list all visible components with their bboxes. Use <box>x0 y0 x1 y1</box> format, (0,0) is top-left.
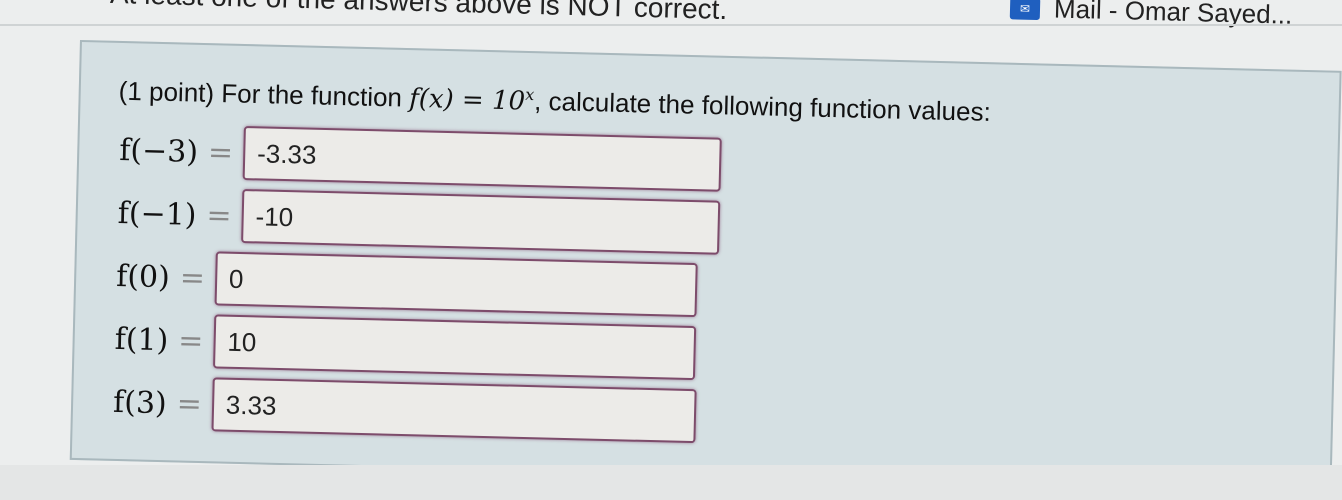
answer-input-f-0[interactable]: 0 <box>214 251 698 318</box>
equals-sign: = <box>176 385 203 422</box>
equals-sign: = <box>179 260 206 296</box>
divider <box>0 24 1342 26</box>
equals-sign: = <box>177 322 204 359</box>
answer-input-f-3[interactable]: 3.33 <box>211 377 697 444</box>
row-f-3: f(3) = 3.33 <box>112 375 697 444</box>
incorrect-warning: At least one of the answers above is NOT… <box>109 0 728 26</box>
mail-icon: ✉ <box>1009 0 1041 20</box>
points-label: (1 point) <box>118 75 215 108</box>
mail-window-title: Mail - Omar Sayed... <box>1053 0 1293 30</box>
answer-input-f-neg1[interactable]: -10 <box>240 189 721 255</box>
row-label: f(1) <box>114 321 169 358</box>
row-f-neg3: f(−3) = -3.33 <box>119 123 722 192</box>
row-label: f(−1) <box>117 195 197 233</box>
row-f-neg1: f(−1) = -10 <box>117 186 721 255</box>
equals-sign: = <box>206 197 233 234</box>
problem-panel: (1 point) For the function f(x) = 10x, c… <box>69 40 1342 491</box>
row-label: f(−3) <box>118 132 199 170</box>
row-f-0: f(0) = 0 <box>115 249 698 318</box>
row-f-1: f(1) = 10 <box>114 312 696 381</box>
instruction-text: , calculate the following function value… <box>533 85 992 127</box>
function-expression: f(x) = 10 <box>408 83 526 117</box>
intro-text: For the function <box>221 78 403 113</box>
page-background-strip <box>0 465 1342 500</box>
answer-input-f-neg3[interactable]: -3.33 <box>242 126 722 192</box>
equals-sign: = <box>207 134 234 171</box>
answer-input-f-1[interactable]: 10 <box>212 314 696 381</box>
problem-statement: (1 point) For the function f(x) = 10x, c… <box>118 75 991 128</box>
taskbar-mail-item[interactable]: ✉ Mail - Omar Sayed... <box>1009 0 1293 31</box>
row-label: f(3) <box>112 384 168 421</box>
row-label: f(0) <box>115 258 171 295</box>
function-exponent: x <box>525 84 535 105</box>
